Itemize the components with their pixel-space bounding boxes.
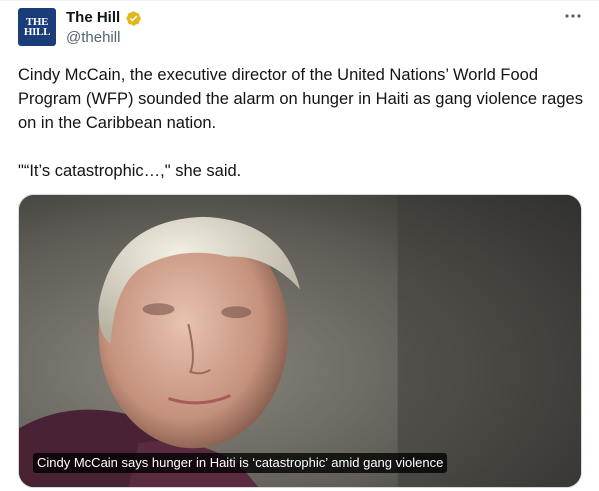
tweet-paragraph-2: "“It’s catastrophic…," she said.	[18, 162, 242, 180]
tweet-text: Cindy McCain, the executive director of …	[18, 63, 583, 183]
logo-line-2: HILL	[23, 26, 51, 38]
divider	[0, 0, 599, 1]
account-handle[interactable]: @thehill	[66, 29, 120, 47]
display-name[interactable]: The Hill	[66, 9, 142, 27]
photo-image	[19, 195, 581, 487]
media-caption: Cindy McCain says hunger in Haiti is ‘ca…	[33, 453, 448, 473]
account-avatar[interactable]: THE HILL	[18, 8, 56, 46]
more-options-icon[interactable]	[563, 8, 583, 24]
tweet-card[interactable]: THE HILL The Hill @thehill Cindy McCain,…	[0, 0, 599, 491]
tweet-paragraph-1: Cindy McCain, the executive director of …	[18, 66, 583, 132]
verified-badge-icon	[125, 10, 142, 27]
display-name-text: The Hill	[66, 9, 121, 26]
media-card[interactable]: Cindy McCain says hunger in Haiti is ‘ca…	[18, 194, 582, 488]
